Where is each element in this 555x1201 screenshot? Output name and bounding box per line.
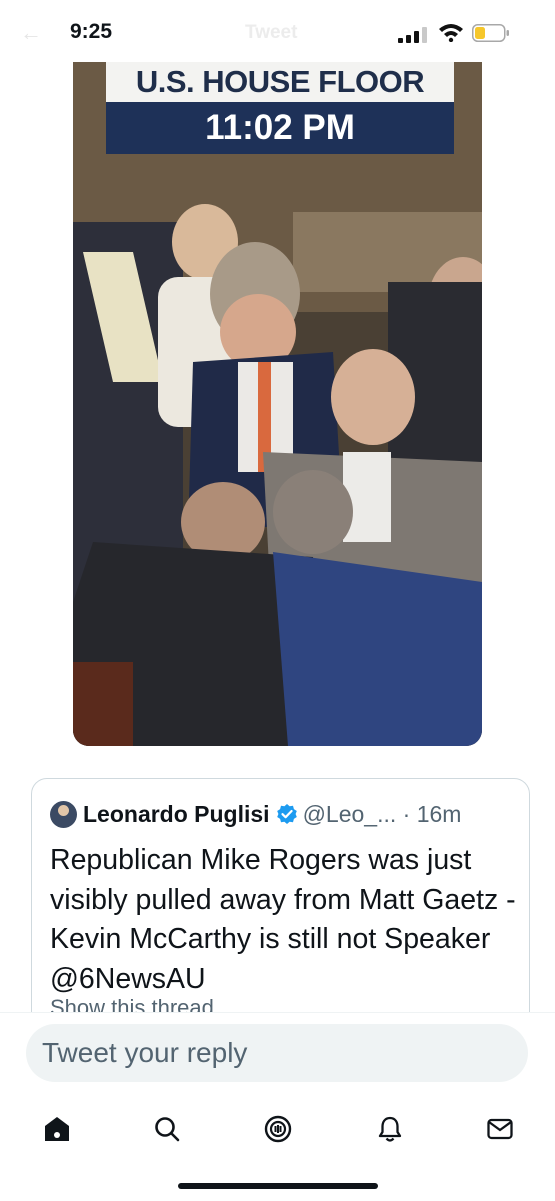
- tweet-video-thumbnail[interactable]: U.S. HOUSE FLOOR 11:02 PM: [73, 62, 482, 746]
- avatar[interactable]: [50, 800, 77, 828]
- header-title: Tweet: [245, 22, 298, 43]
- chyron-time: 11:02 PM: [106, 102, 454, 154]
- verified-badge-icon: [276, 804, 297, 824]
- back-arrow-icon[interactable]: ←: [20, 20, 42, 46]
- battery-icon: [472, 24, 509, 42]
- tab-home[interactable]: [37, 1109, 77, 1149]
- home-icon: [45, 1117, 69, 1141]
- chyron-location: U.S. HOUSE FLOOR: [106, 62, 454, 102]
- quoted-tweet-header: Leonardo Puglisi @Leo_... · 16m: [50, 799, 461, 829]
- status-bar: ← Tweet 9:25: [0, 0, 555, 62]
- quoted-author-handle-time: @Leo_... · 16m: [302, 800, 462, 827]
- tab-messages[interactable]: [480, 1109, 520, 1149]
- search-icon: [155, 1117, 180, 1142]
- messages-icon: [487, 1118, 513, 1140]
- quoted-tweet-card[interactable]: Leonardo Puglisi @Leo_... · 16m Republic…: [31, 778, 530, 1040]
- cellular-signal-icon: [398, 27, 427, 43]
- quoted-tweet-text: Republican Mike Rogers was just visibly …: [50, 844, 516, 995]
- tab-search[interactable]: [147, 1109, 187, 1149]
- quoted-author-name[interactable]: Leonardo Puglisi: [83, 801, 270, 828]
- tab-spaces[interactable]: [258, 1109, 298, 1149]
- video-frame-illustration: [73, 62, 482, 746]
- status-time: 9:25: [70, 20, 113, 43]
- tab-notifications[interactable]: [370, 1109, 410, 1149]
- home-indicator: [178, 1183, 378, 1189]
- notifications-icon: [378, 1116, 402, 1142]
- bottom-tab-bar: [0, 1109, 555, 1149]
- reply-input[interactable]: Tweet your reply: [26, 1024, 528, 1082]
- video-chyron: U.S. HOUSE FLOOR 11:02 PM: [106, 62, 454, 154]
- spaces-icon: [264, 1115, 292, 1143]
- wifi-icon: [439, 24, 463, 42]
- reply-composer-bar: Tweet your reply: [0, 1012, 555, 1201]
